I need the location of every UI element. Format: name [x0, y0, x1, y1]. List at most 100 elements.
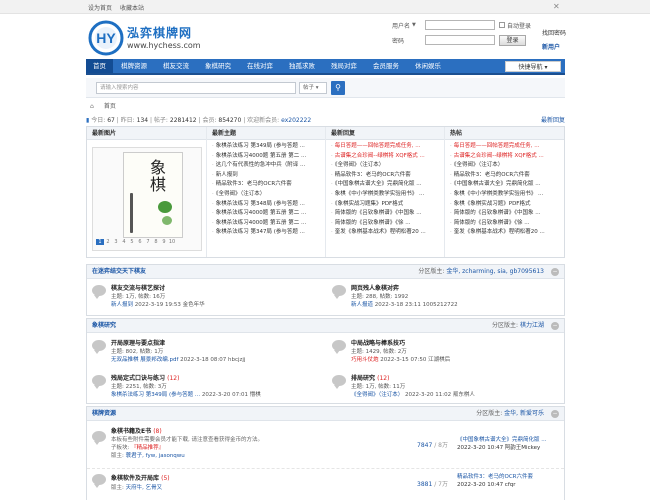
mods-links[interactable]: 金华, 新爱可乐: [504, 410, 544, 417]
table-row[interactable]: 象棋书籍及E书 (8) 本板有些附件需要会员才能下载, 请注意查看获得金币的方法…: [87, 423, 564, 469]
list-item[interactable]: 奎发《象棋基本战术》程明松著20 ...: [450, 228, 559, 238]
list-item[interactable]: 精品软件3：老马的OCR六件套: [331, 171, 439, 181]
nav-online-play[interactable]: 在线对弈: [239, 59, 281, 73]
list-item[interactable]: 简体版的《吕钦象棋谱》《徐 ...: [450, 219, 559, 229]
list-item[interactable]: 象棋《象棋实战习题》PDF格式: [450, 200, 559, 210]
bookmark-link[interactable]: 收藏本站: [120, 5, 144, 12]
pager-7[interactable]: 7: [144, 239, 152, 245]
last-post-link[interactable]: 《全得阀》（注订本）: [351, 392, 403, 398]
list-item[interactable]: 古谱集之合珍阀--绿棋将 XQF格式 ...: [331, 152, 439, 162]
auto-login-checkbox[interactable]: [499, 22, 505, 28]
nav-member[interactable]: 会员服务: [365, 59, 407, 73]
list-item[interactable]: 简体版的《吕钦象棋谱》《中国象 ...: [331, 209, 439, 219]
pager-1[interactable]: 1: [96, 239, 104, 245]
section-title[interactable]: 象棋研究: [92, 319, 116, 333]
list-item[interactable]: 象棋杀法练习 第347局 (参与答题 ...: [212, 228, 320, 238]
latest-reply-link[interactable]: 最新回复: [541, 115, 565, 124]
chevron-down-icon[interactable]: ▼: [412, 22, 416, 28]
search-type-select[interactable]: 帖子 ▾: [299, 82, 327, 94]
last-post-link[interactable]: 巧用斗仗炮: [351, 357, 379, 363]
pager-8[interactable]: 8: [152, 239, 160, 245]
forum-mods-links[interactable]: 蓑君子, fyw, jasonqwu: [126, 453, 185, 459]
pager-9[interactable]: 9: [160, 239, 168, 245]
list-item[interactable]: 奎发《象棋基本战术》程明松著20 ...: [331, 228, 439, 238]
set-home-link[interactable]: 设为首页: [88, 5, 112, 12]
section-title[interactable]: 在迷弈结交天下棋友: [92, 265, 146, 279]
breadcrumb-home[interactable]: 首页: [104, 103, 116, 110]
list-item[interactable]: 《象棋实战习题集》PDF格式: [331, 200, 439, 210]
list-item[interactable]: 精品软件3：老马的OCR六件套: [212, 180, 320, 190]
forum-name[interactable]: 中局战略与棒系技巧: [351, 340, 405, 347]
home-icon[interactable]: ⌂: [90, 103, 98, 110]
collapse-icon[interactable]: −: [551, 322, 559, 330]
expand-icon[interactable]: ✕: [553, 2, 562, 11]
login-button[interactable]: 登录: [499, 35, 526, 46]
last-post-link[interactable]: 《中国象棋古谱大全》完鼎简化版 ...: [457, 436, 547, 444]
pager-6[interactable]: 6: [136, 239, 144, 245]
last-post-link[interactable]: 新人报道: [351, 302, 373, 308]
nav-resources[interactable]: 棋牌资源: [113, 59, 155, 73]
nav-leisure[interactable]: 休闲娱乐: [407, 59, 449, 73]
nav-research[interactable]: 象棋研究: [197, 59, 239, 73]
register-link[interactable]: 新用户: [542, 42, 560, 51]
site-logo[interactable]: HY: [88, 20, 124, 56]
list-item[interactable]: 象棋《中小学棋类教学实验用书》 ...: [450, 190, 559, 200]
list-item[interactable]: 象棋杀法练习 第348局 (参与答题 ...: [212, 200, 320, 210]
list-item[interactable]: 古谱集之合珍阀--绿棋将 XQF格式 ...: [450, 152, 559, 162]
pager-4[interactable]: 4: [120, 239, 128, 245]
list-item[interactable]: 《全得阀》（注订本）: [212, 190, 320, 200]
list-item[interactable]: 每日答题——回帖答题完成任务, ...: [450, 142, 559, 152]
pager-5[interactable]: 5: [128, 239, 136, 245]
forum-item[interactable]: 开局原理与要点指津 主题: 802, 帖数: 1万 无双品推棋 展景邦改编.pd…: [87, 336, 317, 368]
forum-item[interactable]: 棋友交流与棋艺探讨 主题: 1万, 帖数: 16万 新人报到 2022-3-19…: [87, 281, 317, 313]
mods-links[interactable]: 棋力江湖: [520, 322, 544, 329]
pager-10[interactable]: 10: [168, 239, 176, 245]
list-item[interactable]: 新人报到: [212, 171, 320, 181]
list-item[interactable]: 《全得阀》（注订本）: [450, 161, 559, 171]
list-item[interactable]: 象棋杀法练习 第349局 (参与答题 ...: [212, 142, 320, 152]
last-post-link[interactable]: 象棋杀法练习 第349局 (参与答题 ...: [111, 392, 200, 398]
find-password-link[interactable]: 找回密码: [542, 28, 566, 37]
pager-2[interactable]: 2: [104, 239, 112, 245]
last-post-link[interactable]: 新人报到: [111, 302, 133, 308]
forum-mods-links[interactable]: 天府牛, 乞骨又: [126, 485, 163, 491]
list-item[interactable]: 《中国象棋古谱大全》完鼎简化版 ...: [331, 180, 439, 190]
section-title[interactable]: 棋牌资源: [92, 407, 116, 421]
forum-name[interactable]: 排局研究: [351, 375, 375, 382]
search-button[interactable]: ⚲: [331, 81, 345, 95]
nav-endgame[interactable]: 残局对弈: [323, 59, 365, 73]
list-item[interactable]: 象棋杀法练习4000题 第五册 第二 ...: [212, 219, 320, 229]
featured-image[interactable]: 象棋 1 2 3 4 5 6 7 8 9 10: [92, 147, 202, 251]
nav-dugu[interactable]: 独孤求败: [281, 59, 323, 73]
forum-name[interactable]: 网页残人象棋对弈: [351, 283, 399, 292]
forum-name[interactable]: 象棋软件及开局库: [111, 475, 159, 482]
username-input[interactable]: [425, 20, 495, 30]
quick-nav-button[interactable]: 快捷导航 ▾: [505, 61, 561, 72]
forum-item[interactable]: 排局研究 (12) 主题: 1万, 帖数: 11万 《全得阀》（注订本） 202…: [327, 371, 557, 403]
list-item[interactable]: 精品软件3：老马的OCR六件套: [450, 171, 559, 181]
pager-3[interactable]: 3: [112, 239, 120, 245]
table-row[interactable]: 象棋软件及开局库 (5) 版主: 天府牛, 乞骨又 3881 / 7万 精品软件…: [87, 470, 564, 500]
forum-item[interactable]: 网页残人象棋对弈 主题: 288, 帖数: 1992 新人报道 2022-3-1…: [327, 281, 557, 313]
forum-item[interactable]: 中局战略与棒系技巧 主题: 1429, 帖数: 2万 巧用斗仗炮 2022-3-…: [327, 336, 557, 368]
forum-item[interactable]: 残局定式口诀与练习 (12) 主题: 2251, 帖数: 3万 象棋杀法练习 第…: [87, 371, 317, 403]
mods-links[interactable]: 金华, zcharming, sia, gb7095613: [446, 268, 544, 275]
list-item[interactable]: 《中国象棋古谱大全》完鼎简化版 ...: [450, 180, 559, 190]
forum-name[interactable]: 残局定式口诀与练习: [111, 375, 165, 382]
forum-name[interactable]: 棋友交流与棋艺探讨: [111, 283, 165, 292]
last-post-link[interactable]: 精品软件3：老马的OCR六件套: [457, 473, 533, 481]
list-item[interactable]: 每日答题——回帖答题完成任务, ...: [331, 142, 439, 152]
list-item[interactable]: 简体版的《吕钦象棋谱》《中国象 ...: [450, 209, 559, 219]
list-item[interactable]: 象棋《中小学棋类教学实验用书》 ...: [331, 190, 439, 200]
list-item[interactable]: 象棋杀法练习4000题 第五册 第二 ...: [212, 209, 320, 219]
forum-name[interactable]: 象棋书籍及E书: [111, 428, 151, 435]
forum-name[interactable]: 开局原理与要点指津: [111, 340, 165, 347]
newest-member-link[interactable]: ex202222: [281, 117, 311, 124]
list-item[interactable]: 《全得阀》（注订本）: [331, 161, 439, 171]
password-input[interactable]: [425, 35, 495, 45]
list-item[interactable]: 这几个有代表性的急冲中兵（附译 ...: [212, 161, 320, 171]
nav-exchange[interactable]: 棋友交流: [155, 59, 197, 73]
last-post-link[interactable]: 无双品推棋 展景邦改编.pdf: [111, 357, 178, 363]
collapse-icon[interactable]: −: [551, 410, 559, 418]
list-item[interactable]: 简体版的《吕钦象棋谱》《徐 ...: [331, 219, 439, 229]
